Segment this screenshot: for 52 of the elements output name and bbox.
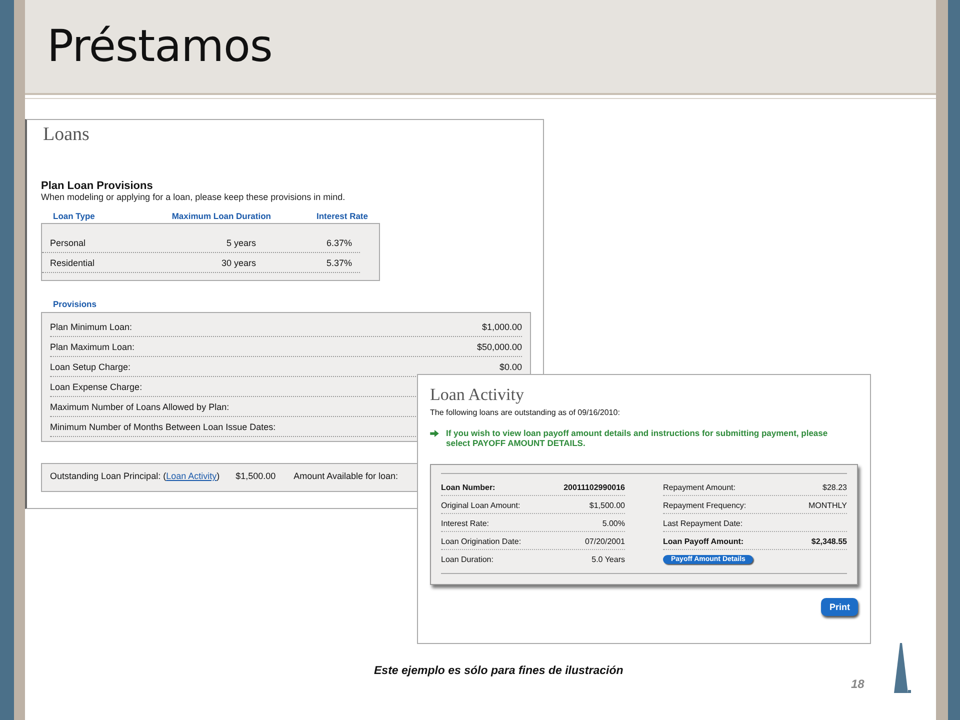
provision-value: $50,000.00 xyxy=(476,342,522,352)
table-cell-text: Residential xyxy=(50,258,96,268)
field-label: Repayment Amount: xyxy=(663,482,736,492)
table-cell-text: 5.37% xyxy=(325,258,352,268)
principal-value: $1,500.00 xyxy=(236,471,276,481)
field-value: $28.23 xyxy=(822,482,847,492)
field-label: Repayment Frequency: xyxy=(663,500,746,510)
provision-label: Minimum Number of Months Between Loan Issue Dates: xyxy=(50,422,276,432)
field-label: Original Loan Amount: xyxy=(441,500,520,510)
field-label: Loan Number: xyxy=(441,482,496,492)
provision-label: Plan Minimum Loan: xyxy=(50,322,132,332)
field-label: Loan Duration: xyxy=(441,554,494,564)
field-value: MONTHLY xyxy=(808,500,847,510)
page-title: Loans xyxy=(43,124,90,146)
section-title: Plan Loan Provisions xyxy=(41,180,154,192)
field-label: Interest Rate: xyxy=(441,518,490,528)
field-value: $2,348.55 xyxy=(811,536,847,546)
field-value: 20011102990016 xyxy=(564,482,625,492)
field-value: $1,500.00 xyxy=(589,500,625,510)
field-label: Last Repayment Date: xyxy=(663,518,743,528)
intro-text: The following loans are outstanding as of 09/16/2010: xyxy=(430,408,621,417)
notice-text: If you wish to view loan payoff amount details and instructions for submitting payment, please select PAYOFF AMOUNT DETAILS. xyxy=(446,428,829,448)
loan-activity-link[interactable]: Loan Activity xyxy=(166,471,217,481)
table-cell-text: 5 years xyxy=(225,238,256,248)
arrow-icon xyxy=(430,430,439,437)
column-header: Loan Type xyxy=(53,211,96,221)
field-label: Loan Origination Date: xyxy=(441,536,522,546)
provision-label: Maximum Number of Loans Allowed by Plan: xyxy=(50,402,230,412)
section-header: Provisions xyxy=(52,299,98,309)
field-value: 5.0 Years xyxy=(592,554,625,564)
page-title: Loan Activity xyxy=(430,385,525,405)
section-text: When modeling or applying for a loan, please keep these provisions in mind. xyxy=(41,192,346,202)
table-cell-text: 30 years xyxy=(220,258,256,268)
provision-label: Plan Maximum Loan: xyxy=(50,342,135,352)
table-cell-text: 6.37% xyxy=(325,238,352,248)
field-value: 5.00% xyxy=(602,518,625,528)
page-number: 18 xyxy=(851,677,864,691)
provision-label: Loan Expense Charge: xyxy=(50,382,142,392)
field-value: 07/20/2001 xyxy=(584,536,625,546)
provision-value: $0.00 xyxy=(499,362,522,372)
available-label: Amount Available for loan: xyxy=(294,471,398,481)
field-label: Loan Payoff Amount: xyxy=(663,536,744,546)
column-header: Interest Rate xyxy=(316,211,368,221)
caption: Este ejemplo es sólo para fines de ilustración xyxy=(374,665,624,677)
column-header: Maximum Loan Duration xyxy=(170,211,271,221)
table-cell-text: Personal xyxy=(50,238,87,248)
tower-icon xyxy=(891,643,911,695)
provision-value: $1,000.00 xyxy=(482,322,522,332)
slide-title: Préstamos xyxy=(47,21,272,72)
provision-label: Loan Setup Charge: xyxy=(50,362,131,372)
principal-label: Outstanding Loan Principal: (Loan Activity) xyxy=(50,471,220,481)
print-button[interactable]: Print xyxy=(821,598,858,616)
